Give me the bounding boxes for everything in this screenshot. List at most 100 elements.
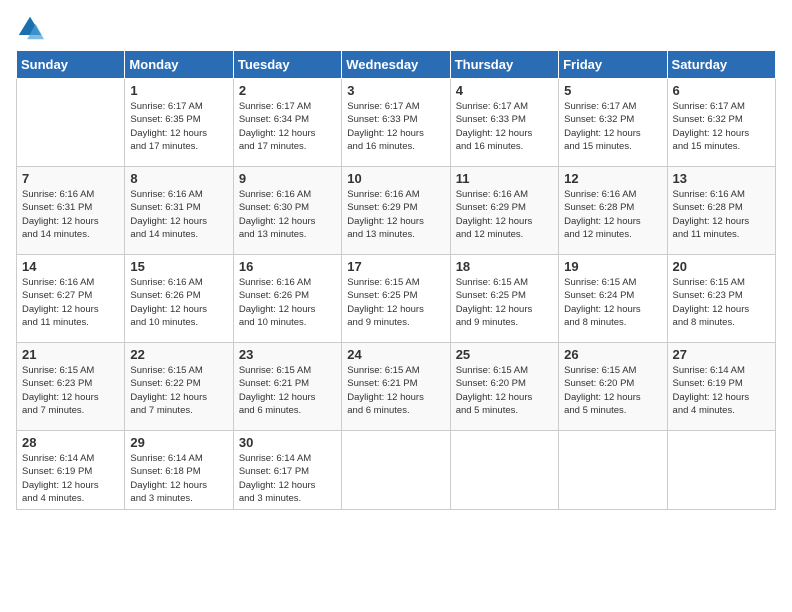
day-number: 14 xyxy=(22,259,119,274)
day-info: Sunrise: 6:16 AM Sunset: 6:31 PM Dayligh… xyxy=(22,188,119,241)
day-info: Sunrise: 6:16 AM Sunset: 6:27 PM Dayligh… xyxy=(22,276,119,329)
day-number: 16 xyxy=(239,259,336,274)
day-number: 26 xyxy=(564,347,661,362)
day-info: Sunrise: 6:15 AM Sunset: 6:21 PM Dayligh… xyxy=(239,364,336,417)
weekday-header: Thursday xyxy=(450,51,558,79)
calendar-cell: 16Sunrise: 6:16 AM Sunset: 6:26 PM Dayli… xyxy=(233,255,341,343)
calendar-cell xyxy=(17,79,125,167)
calendar-cell: 20 Sunrise: 6:15 AM Sunset: 6:23 PM Dayli… xyxy=(667,255,775,343)
logo xyxy=(16,14,46,42)
day-number: 2 xyxy=(239,83,336,98)
day-info: Sunrise: 6:16 AM Sunset: 6:28 PM Dayligh… xyxy=(673,188,770,241)
calendar-table: SundayMondayTuesdayWednesdayThursdayFrid… xyxy=(16,50,776,510)
day-number: 24 xyxy=(347,347,444,362)
day-info: Sunrise: 6:17 AM Sunset: 6:33 PM Dayligh… xyxy=(347,100,444,153)
day-info: Sunrise: 6:16 AM Sunset: 6:29 PM Dayligh… xyxy=(347,188,444,241)
weekday-header: Sunday xyxy=(17,51,125,79)
calendar-cell: 14 Sunrise: 6:16 AM Sunset: 6:27 PM Dayli… xyxy=(17,255,125,343)
calendar-cell: 11 Sunrise: 6:16 AM Sunset: 6:29 PM Dayli… xyxy=(450,167,558,255)
calendar-cell: 7Sunrise: 6:16 AM Sunset: 6:31 PM Daylig… xyxy=(17,167,125,255)
calendar-cell: 18 Sunrise: 6:15 AM Sunset: 6:25 PM Dayli… xyxy=(450,255,558,343)
page-header xyxy=(16,10,776,42)
day-info: Sunrise: 6:16 AM Sunset: 6:26 PM Dayligh… xyxy=(130,276,227,329)
calendar-cell: 17Sunrise: 6:15 AM Sunset: 6:25 PM Dayli… xyxy=(342,255,450,343)
logo-icon xyxy=(16,14,44,42)
calendar-week-row: 7Sunrise: 6:16 AM Sunset: 6:31 PM Daylig… xyxy=(17,167,776,255)
day-info: Sunrise: 6:17 AM Sunset: 6:35 PM Dayligh… xyxy=(130,100,227,153)
day-number: 10 xyxy=(347,171,444,186)
calendar-week-row: 28 Sunrise: 6:14 AM Sunset: 6:19 PM Dayli… xyxy=(17,431,776,510)
day-info: Sunrise: 6:17 AM Sunset: 6:32 PM Dayligh… xyxy=(673,100,770,153)
day-info: Sunrise: 6:15 AM Sunset: 6:20 PM Dayligh… xyxy=(456,364,553,417)
calendar-cell: 4 Sunrise: 6:17 AM Sunset: 6:33 PM Daylig… xyxy=(450,79,558,167)
calendar-cell: 12 Sunrise: 6:16 AM Sunset: 6:28 PM Dayli… xyxy=(559,167,667,255)
calendar-body: 1Sunrise: 6:17 AM Sunset: 6:35 PM Daylig… xyxy=(17,79,776,510)
weekday-header: Monday xyxy=(125,51,233,79)
day-number: 30 xyxy=(239,435,336,450)
calendar-cell: 8 Sunrise: 6:16 AM Sunset: 6:31 PM Daylig… xyxy=(125,167,233,255)
day-info: Sunrise: 6:15 AM Sunset: 6:23 PM Dayligh… xyxy=(22,364,119,417)
day-number: 19 xyxy=(564,259,661,274)
calendar-cell xyxy=(559,431,667,510)
calendar-cell: 23 Sunrise: 6:15 AM Sunset: 6:21 PM Dayli… xyxy=(233,343,341,431)
day-info: Sunrise: 6:14 AM Sunset: 6:19 PM Dayligh… xyxy=(673,364,770,417)
calendar-cell: 24Sunrise: 6:15 AM Sunset: 6:21 PM Dayli… xyxy=(342,343,450,431)
day-number: 29 xyxy=(130,435,227,450)
calendar-cell: 19Sunrise: 6:15 AM Sunset: 6:24 PM Dayli… xyxy=(559,255,667,343)
day-number: 23 xyxy=(239,347,336,362)
calendar-week-row: 21 Sunrise: 6:15 AM Sunset: 6:23 PM Dayli… xyxy=(17,343,776,431)
day-number: 13 xyxy=(673,171,770,186)
day-number: 11 xyxy=(456,171,553,186)
calendar-cell: 10 Sunrise: 6:16 AM Sunset: 6:29 PM Dayli… xyxy=(342,167,450,255)
day-info: Sunrise: 6:14 AM Sunset: 6:17 PM Dayligh… xyxy=(239,452,336,505)
calendar-cell: 5 Sunrise: 6:17 AM Sunset: 6:32 PM Daylig… xyxy=(559,79,667,167)
day-number: 20 xyxy=(673,259,770,274)
day-info: Sunrise: 6:15 AM Sunset: 6:23 PM Dayligh… xyxy=(673,276,770,329)
calendar-cell xyxy=(667,431,775,510)
calendar-cell: 26 Sunrise: 6:15 AM Sunset: 6:20 PM Dayli… xyxy=(559,343,667,431)
day-info: Sunrise: 6:14 AM Sunset: 6:19 PM Dayligh… xyxy=(22,452,119,505)
calendar-cell: 27 Sunrise: 6:14 AM Sunset: 6:19 PM Dayli… xyxy=(667,343,775,431)
day-number: 5 xyxy=(564,83,661,98)
day-number: 28 xyxy=(22,435,119,450)
calendar-cell: 3 Sunrise: 6:17 AM Sunset: 6:33 PM Daylig… xyxy=(342,79,450,167)
calendar-cell: 6 Sunrise: 6:17 AM Sunset: 6:32 PM Daylig… xyxy=(667,79,775,167)
calendar-cell: 30 Sunrise: 6:14 AM Sunset: 6:17 PM Dayli… xyxy=(233,431,341,510)
day-number: 3 xyxy=(347,83,444,98)
day-number: 27 xyxy=(673,347,770,362)
day-info: Sunrise: 6:14 AM Sunset: 6:18 PM Dayligh… xyxy=(130,452,227,505)
calendar-cell: 1Sunrise: 6:17 AM Sunset: 6:35 PM Daylig… xyxy=(125,79,233,167)
day-number: 4 xyxy=(456,83,553,98)
calendar-cell: 15 Sunrise: 6:16 AM Sunset: 6:26 PM Dayli… xyxy=(125,255,233,343)
day-number: 21 xyxy=(22,347,119,362)
day-info: Sunrise: 6:15 AM Sunset: 6:25 PM Dayligh… xyxy=(456,276,553,329)
day-number: 12 xyxy=(564,171,661,186)
day-info: Sunrise: 6:17 AM Sunset: 6:32 PM Dayligh… xyxy=(564,100,661,153)
header-row: SundayMondayTuesdayWednesdayThursdayFrid… xyxy=(17,51,776,79)
weekday-header: Friday xyxy=(559,51,667,79)
day-info: Sunrise: 6:16 AM Sunset: 6:31 PM Dayligh… xyxy=(130,188,227,241)
day-info: Sunrise: 6:15 AM Sunset: 6:25 PM Dayligh… xyxy=(347,276,444,329)
day-number: 9 xyxy=(239,171,336,186)
calendar-cell: 25 Sunrise: 6:15 AM Sunset: 6:20 PM Dayli… xyxy=(450,343,558,431)
calendar-cell: 28 Sunrise: 6:14 AM Sunset: 6:19 PM Dayli… xyxy=(17,431,125,510)
day-number: 25 xyxy=(456,347,553,362)
day-info: Sunrise: 6:15 AM Sunset: 6:20 PM Dayligh… xyxy=(564,364,661,417)
day-number: 8 xyxy=(130,171,227,186)
day-info: Sunrise: 6:16 AM Sunset: 6:29 PM Dayligh… xyxy=(456,188,553,241)
weekday-header: Saturday xyxy=(667,51,775,79)
weekday-header: Tuesday xyxy=(233,51,341,79)
calendar-cell xyxy=(450,431,558,510)
calendar-cell: 21 Sunrise: 6:15 AM Sunset: 6:23 PM Dayli… xyxy=(17,343,125,431)
day-info: Sunrise: 6:17 AM Sunset: 6:34 PM Dayligh… xyxy=(239,100,336,153)
calendar-cell: 9 Sunrise: 6:16 AM Sunset: 6:30 PM Daylig… xyxy=(233,167,341,255)
calendar-cell xyxy=(342,431,450,510)
day-info: Sunrise: 6:17 AM Sunset: 6:33 PM Dayligh… xyxy=(456,100,553,153)
day-number: 6 xyxy=(673,83,770,98)
day-info: Sunrise: 6:16 AM Sunset: 6:28 PM Dayligh… xyxy=(564,188,661,241)
day-info: Sunrise: 6:16 AM Sunset: 6:30 PM Dayligh… xyxy=(239,188,336,241)
day-number: 18 xyxy=(456,259,553,274)
calendar-week-row: 14 Sunrise: 6:16 AM Sunset: 6:27 PM Dayli… xyxy=(17,255,776,343)
day-number: 15 xyxy=(130,259,227,274)
calendar-cell: 22Sunrise: 6:15 AM Sunset: 6:22 PM Dayli… xyxy=(125,343,233,431)
